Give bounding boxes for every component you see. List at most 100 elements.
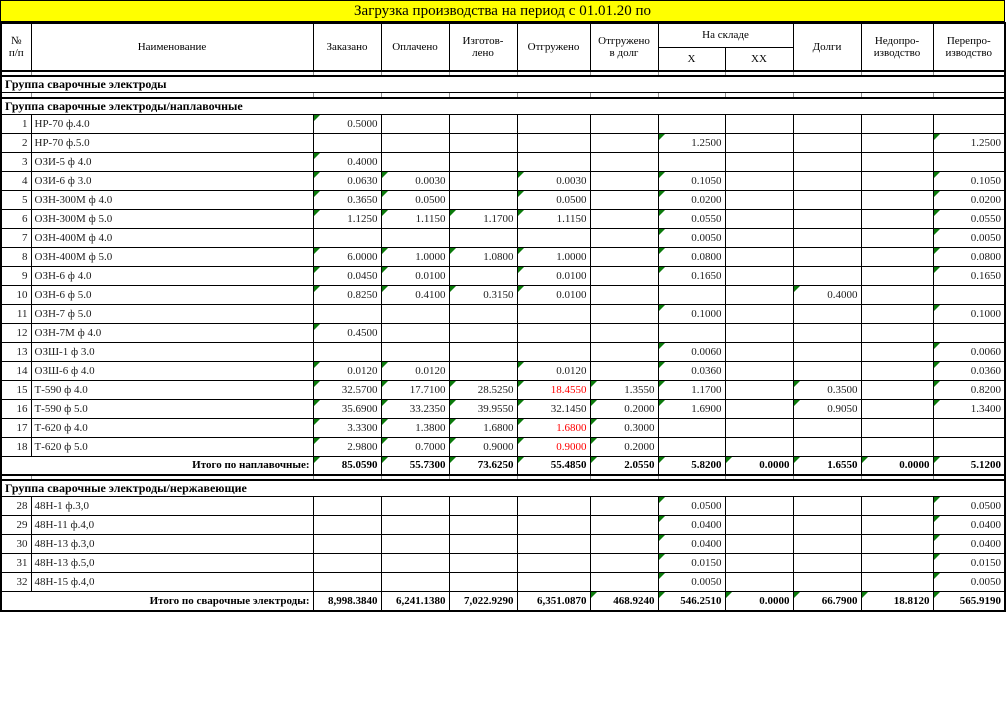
cell-over[interactable]: 0.1000 [933,304,1005,323]
cell-produced[interactable] [449,133,517,152]
cell-stock_x[interactable]: 546.2510 [658,592,725,611]
item-name[interactable]: 48Н-15 ф.4,0 [31,573,313,592]
cell-under[interactable] [861,342,933,361]
row-number[interactable]: 15 [1,380,31,399]
cell-paid[interactable] [381,323,449,342]
cell-stock_x[interactable] [658,418,725,437]
row-number[interactable]: 18 [1,437,31,456]
cell-shipped_debt[interactable] [590,361,658,380]
cell-under[interactable] [861,285,933,304]
row-number[interactable]: 5 [1,190,31,209]
cell-ordered[interactable]: 2.9800 [313,437,381,456]
cell-stock_x[interactable]: 0.1650 [658,266,725,285]
cell-stock_x[interactable] [658,152,725,171]
cell-shipped_debt[interactable] [590,209,658,228]
row-number[interactable]: 3 [1,152,31,171]
cell-paid[interactable] [381,497,449,516]
cell-stock_xx[interactable] [725,228,793,247]
cell-paid[interactable] [381,304,449,323]
cell-debts[interactable]: 0.3500 [793,380,861,399]
cell-ordered[interactable]: 8,998.3840 [313,592,381,611]
cell-produced[interactable] [449,228,517,247]
cell-shipped[interactable]: 0.0500 [517,190,590,209]
cell-over[interactable]: 0.0400 [933,516,1005,535]
cell-shipped_debt[interactable]: 1.3550 [590,380,658,399]
cell-ordered[interactable] [313,497,381,516]
cell-paid[interactable] [381,228,449,247]
cell-produced[interactable]: 1.6800 [449,418,517,437]
cell-over[interactable]: 0.0550 [933,209,1005,228]
cell-ordered[interactable]: 6.0000 [313,247,381,266]
cell-shipped_debt[interactable] [590,285,658,304]
group-header-label[interactable]: Группа сварочные электроды/нержавеющие [1,480,1005,497]
cell-stock_x[interactable]: 0.0800 [658,247,725,266]
row-number[interactable]: 31 [1,554,31,573]
cell-under[interactable] [861,554,933,573]
cell-ordered[interactable]: 0.8250 [313,285,381,304]
cell-debts[interactable] [793,152,861,171]
cell-shipped[interactable]: 1.1150 [517,209,590,228]
cell-shipped[interactable]: 6,351.0870 [517,592,590,611]
cell-ordered[interactable] [313,228,381,247]
cell-shipped[interactable]: 0.0100 [517,266,590,285]
cell-produced[interactable] [449,190,517,209]
cell-shipped_debt[interactable]: 468.9240 [590,592,658,611]
cell-produced[interactable] [449,323,517,342]
cell-shipped[interactable] [517,554,590,573]
cell-paid[interactable]: 17.7100 [381,380,449,399]
cell-shipped_debt[interactable] [590,190,658,209]
cell-debts[interactable] [793,342,861,361]
item-name[interactable]: ОЗН-6 ф 5.0 [31,285,313,304]
cell-paid[interactable] [381,516,449,535]
cell-paid[interactable]: 55.7300 [381,456,449,475]
cell-paid[interactable] [381,554,449,573]
cell-stock_xx[interactable] [725,399,793,418]
cell-debts[interactable] [793,114,861,133]
cell-over[interactable] [933,418,1005,437]
cell-ordered[interactable] [313,342,381,361]
cell-shipped[interactable] [517,342,590,361]
cell-produced[interactable] [449,361,517,380]
row-number[interactable]: 8 [1,247,31,266]
item-name[interactable]: Т-620 ф 4.0 [31,418,313,437]
cell-shipped_debt[interactable] [590,133,658,152]
cell-under[interactable] [861,266,933,285]
cell-debts[interactable] [793,133,861,152]
item-name[interactable]: ОЗН-7 ф 5.0 [31,304,313,323]
item-name[interactable]: Т-590 ф 5.0 [31,399,313,418]
row-number[interactable]: 13 [1,342,31,361]
cell-stock_xx[interactable] [725,304,793,323]
cell-shipped_debt[interactable]: 0.2000 [590,399,658,418]
item-name[interactable]: Т-620 ф 5.0 [31,437,313,456]
cell-paid[interactable]: 33.2350 [381,399,449,418]
cell-stock_x[interactable]: 0.0400 [658,535,725,554]
cell-under[interactable] [861,323,933,342]
cell-stock_xx[interactable] [725,497,793,516]
cell-shipped_debt[interactable]: 2.0550 [590,456,658,475]
cell-debts[interactable] [793,304,861,323]
cell-debts[interactable] [793,418,861,437]
cell-shipped[interactable]: 1.6800 [517,418,590,437]
cell-paid[interactable] [381,133,449,152]
cell-under[interactable] [861,361,933,380]
cell-shipped_debt[interactable] [590,323,658,342]
cell-under[interactable] [861,190,933,209]
cell-produced[interactable] [449,342,517,361]
cell-stock_x[interactable]: 0.0150 [658,554,725,573]
cell-over[interactable]: 0.0360 [933,361,1005,380]
cell-ordered[interactable]: 1.1250 [313,209,381,228]
cell-paid[interactable]: 0.4100 [381,285,449,304]
item-name[interactable]: 48Н-1 ф.3,0 [31,497,313,516]
cell-over[interactable]: 0.0800 [933,247,1005,266]
item-name[interactable]: ОЗН-7М ф 4.0 [31,323,313,342]
group-header-label[interactable]: Группа сварочные электроды [1,76,1005,93]
cell-produced[interactable] [449,266,517,285]
cell-debts[interactable] [793,497,861,516]
row-number[interactable]: 2 [1,133,31,152]
cell-ordered[interactable] [313,535,381,554]
row-number[interactable]: 32 [1,573,31,592]
cell-produced[interactable] [449,535,517,554]
cell-shipped[interactable] [517,497,590,516]
cell-stock_x[interactable]: 5.8200 [658,456,725,475]
cell-stock_xx[interactable] [725,323,793,342]
